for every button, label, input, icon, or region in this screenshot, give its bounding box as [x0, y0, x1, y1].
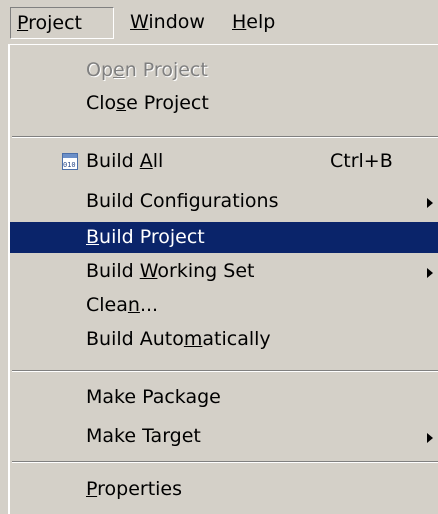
submenu-arrow-icon: [427, 268, 433, 278]
binary-build-icon: 010: [62, 153, 78, 170]
build-all-shortcut: Ctrl+B: [330, 150, 393, 172]
menu-window[interactable]: Window: [130, 7, 205, 39]
menu-window-label: Window: [130, 11, 205, 33]
menu-item-clean[interactable]: Clean...: [10, 290, 438, 321]
menu-item-close-project[interactable]: Close Project: [10, 88, 438, 119]
submenu-arrow-icon: [427, 198, 433, 208]
submenu-arrow-icon: [427, 433, 433, 443]
menu-item-build-working-set[interactable]: Build Working Set: [10, 256, 438, 287]
menu-item-build-configurations[interactable]: Build Configurations: [10, 186, 438, 217]
menu-item-build-project[interactable]: Build Project: [10, 222, 438, 253]
menu-help-label: Help: [232, 11, 276, 33]
menu-project[interactable]: Project: [10, 7, 114, 39]
svg-text:010: 010: [63, 161, 76, 169]
menu-project-label: Project: [17, 12, 83, 34]
menu-bar: Project Window Help: [0, 0, 438, 44]
menu-item-properties[interactable]: Properties: [10, 474, 438, 505]
menu-item-make-package[interactable]: Make Package: [10, 382, 438, 413]
menu-separator: [12, 461, 438, 463]
left-edge: [0, 44, 8, 514]
menu-separator: [12, 136, 438, 138]
menu-item-build-all[interactable]: 010 Build All Ctrl+B: [10, 146, 438, 177]
menu-separator: [12, 370, 438, 372]
menu-item-make-target[interactable]: Make Target: [10, 421, 438, 452]
menu-item-build-automatically[interactable]: Build Automatically: [10, 324, 438, 355]
menu-help[interactable]: Help: [232, 7, 275, 39]
menu-item-open-project: Open Project: [86, 59, 208, 81]
